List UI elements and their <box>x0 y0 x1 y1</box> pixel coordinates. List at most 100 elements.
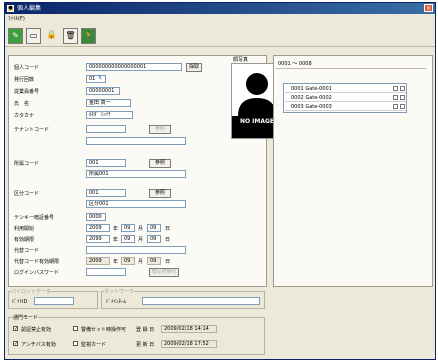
month-unit: 月 <box>138 237 144 243</box>
gate-checkbox[interactable] <box>393 86 398 91</box>
gate-row[interactable]: 0003 Gate-0003 <box>285 103 406 111</box>
valid-until-day[interactable]: 09 <box>147 235 161 243</box>
network-label: ネットワーク <box>104 288 135 295</box>
menu-bar: ﾌｧｲﾙ(F) <box>5 14 435 24</box>
watch-card-label: 監視カード <box>81 342 107 348</box>
valid-until-month[interactable]: 09 <box>121 235 135 243</box>
name-label: 氏 名 <box>14 101 30 107</box>
use-start-year[interactable]: 2009 <box>86 224 110 232</box>
class-code-label: 区分コード <box>14 191 40 197</box>
gate-checkbox-2[interactable] <box>400 104 405 109</box>
search-button[interactable]: 採取 <box>186 63 202 72</box>
pilot-data-group: パイロットデータ ﾊﾞｲﾄID <box>8 288 98 309</box>
login-pw-input[interactable] <box>86 268 126 276</box>
edit-icon[interactable]: ✎ <box>8 28 23 44</box>
gate-list: 0001 Gate-0001 0002 Gate-0002 0003 Gate-… <box>283 83 407 113</box>
register-date-label: 登 録 日 <box>136 327 155 333</box>
valid-until-year[interactable]: 2099 <box>86 235 110 243</box>
tenant-code-label: テナントコード <box>14 127 50 133</box>
toolbar: ✎ ▭ 🔒 🗑 🏃 <box>5 25 435 47</box>
pw-reset-button[interactable]: 暗証初期化 <box>149 268 179 277</box>
guard-set-checkbox[interactable] <box>73 326 78 331</box>
year-unit: 年 <box>113 226 119 232</box>
day-unit: 日 <box>165 237 171 243</box>
dept-name-input[interactable]: 所属001 <box>86 170 186 178</box>
trash-icon[interactable]: 🗑 <box>63 28 78 44</box>
use-start-day[interactable]: 09 <box>147 224 161 232</box>
tenant-name-input[interactable] <box>86 137 186 145</box>
issue-count-input[interactable]: 01 <box>86 75 106 83</box>
login-pw-label: ログインパスワード <box>14 270 60 276</box>
gate-label: 0003 Gate-0003 <box>291 104 332 110</box>
person-edit-window: ● 個人編集 × ﾌｧｲﾙ(F) ✎ ▭ 🔒 🗑 🏃 個人コード 0000000… <box>4 2 436 360</box>
watch-card-checkbox[interactable] <box>73 341 78 346</box>
proxy-valid-year[interactable]: 2009 <box>86 257 110 265</box>
dept-code-label: 所属コード <box>14 161 40 167</box>
proxy-code-input[interactable] <box>86 246 186 254</box>
tenant-ref-button[interactable]: 参照 <box>149 125 171 134</box>
gate-label: 0002 Gate-0002 <box>291 95 332 101</box>
close-button[interactable]: × <box>424 4 433 12</box>
spin-icon[interactable]: ⇅ <box>98 75 102 81</box>
window-title: 個人編集 <box>17 5 42 12</box>
kana-input[interactable]: ｶﾈﾀﾞ ｼﾝｲﾁ <box>86 111 133 119</box>
update-date-label: 更 新 日 <box>136 342 155 348</box>
dept-ref-button[interactable]: 参照 <box>149 159 171 168</box>
menu-file[interactable]: ﾌｧｲﾙ(F) <box>8 16 25 22</box>
dept-code-input[interactable]: 001 <box>86 159 126 167</box>
gate-mode-label: 通門モード <box>13 314 39 321</box>
lock-icon[interactable]: 🔒 <box>44 28 59 44</box>
guard-set-label: 警備セット時操作可 <box>81 327 127 333</box>
year-unit: 年 <box>113 237 119 243</box>
class-ref-button[interactable]: 参照 <box>149 189 171 198</box>
byte-id-label: ﾊﾞｲﾄID <box>12 299 28 305</box>
issue-count-label: 発行回数 <box>14 77 35 83</box>
day-unit: 日 <box>165 259 171 265</box>
gate-checkbox-2[interactable] <box>400 95 405 100</box>
personal-code-label: 個人コード <box>14 65 40 71</box>
proxy-valid-day[interactable]: 09 <box>147 257 161 265</box>
use-start-label: 利用開始 <box>14 226 35 232</box>
gate-checkbox[interactable] <box>393 104 398 109</box>
register-date-value: 2009/02/18 14:14 <box>161 325 217 333</box>
use-start-month[interactable]: 09 <box>121 224 135 232</box>
tenkey-label: テンキー暗証番号 <box>14 215 55 221</box>
run-icon[interactable]: 🏃 <box>81 28 96 44</box>
byte-id-input[interactable] <box>34 297 74 305</box>
gate-row[interactable]: 0002 Gate-0002 <box>285 94 406 102</box>
antipass-checkbox[interactable]: ✓ <box>13 341 18 347</box>
network-group: ネットワーク ﾄﾞﾒｲﾝﾈｰﾑ <box>101 288 265 309</box>
gate-row[interactable]: 0001 Gate-0001 <box>285 85 406 93</box>
antipass-label: アンチパス有効 <box>21 342 56 348</box>
tenkey-input[interactable]: 0000 <box>86 213 106 221</box>
day-unit: 日 <box>165 226 171 232</box>
kana-label: カタカナ <box>14 113 35 119</box>
person-form-panel: 個人コード 000000000000000001 採取 発行回数 01 ⇅ 従業… <box>8 55 267 287</box>
name-input[interactable]: 金田 真一 <box>86 99 131 107</box>
gate-checkbox-2[interactable] <box>400 86 405 91</box>
domain-label: ﾄﾞﾒｲﾝﾈｰﾑ <box>106 299 127 305</box>
year-unit: 年 <box>113 259 119 265</box>
proxy-valid-month[interactable]: 09 <box>121 257 135 265</box>
class-name-input[interactable]: 区分001 <box>86 200 186 208</box>
gate-mode-group: 通門モード ✓ 認証禁止有効 警備セット時操作可 登 録 日 2009/02/1… <box>8 314 265 355</box>
card-icon[interactable]: ▭ <box>26 28 41 44</box>
pilot-data-label: パイロットデータ <box>11 288 52 295</box>
month-unit: 月 <box>138 259 144 265</box>
auth-disable-label: 認証禁止有効 <box>21 327 52 333</box>
employee-no-input[interactable]: 00000001 <box>86 87 120 95</box>
class-code-input[interactable]: 001 <box>86 189 126 197</box>
proxy-code-label: 代替コード <box>14 248 40 254</box>
update-date-value: 2009/02/18 17:52 <box>161 340 217 348</box>
proxy-valid-label: 代替コード有効期限 <box>14 259 60 265</box>
tenant-code-input[interactable] <box>86 125 126 133</box>
personal-code-input[interactable]: 000000000000000001 <box>86 63 182 71</box>
gate-checkbox[interactable] <box>393 95 398 100</box>
month-unit: 月 <box>138 226 144 232</box>
title-bar: ● 個人編集 × <box>5 3 435 14</box>
gate-label: 0001 Gate-0001 <box>291 86 332 92</box>
auth-disable-checkbox[interactable]: ✓ <box>13 326 18 332</box>
domain-input[interactable] <box>142 297 260 305</box>
gate-divider <box>276 68 426 69</box>
employee-no-label: 従業員番号 <box>14 89 40 95</box>
